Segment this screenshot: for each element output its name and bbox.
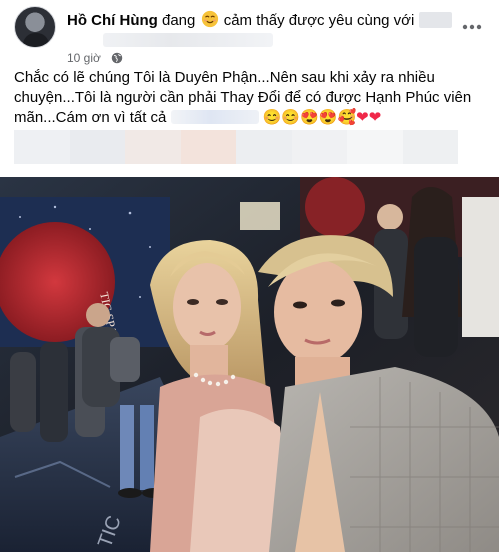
feeling-prefix: đang: [162, 12, 196, 29]
tagged-friend-redacted: [418, 12, 452, 28]
post-header: Hồ Chí Hùng đang cảm thấy được yêu cùng …: [14, 4, 489, 65]
post-title-line: Hồ Chí Hùng đang cảm thấy được yêu cùng …: [67, 10, 452, 31]
emoji-5: 🥰: [337, 109, 357, 126]
more-horizontal-icon: [462, 24, 482, 30]
emoji-1: 😊: [262, 109, 282, 126]
photo-scene: TIC SPACE TIC: [0, 177, 499, 552]
heart-emoji-2: ❤: [368, 109, 382, 126]
author-avatar[interactable]: [14, 6, 56, 48]
relieved-face-emoji-icon: [201, 10, 218, 28]
post-meta: 10 giờ: [67, 32, 277, 65]
more-options-button[interactable]: [457, 12, 487, 42]
post-photo[interactable]: TIC SPACE TIC: [0, 177, 499, 552]
heart-emoji-1: ❤: [356, 109, 369, 126]
redacted-bar: [14, 130, 458, 164]
emoji-3: 😍: [300, 109, 319, 126]
redacted-text: [170, 110, 259, 124]
redacted-meta: [103, 33, 273, 47]
globe-icon: [111, 52, 123, 64]
post-timestamp[interactable]: 10 giờ: [67, 51, 101, 65]
emoji-4: 😍: [318, 109, 338, 126]
post-body: Chắc có lẽ chúng Tôi là Duyên Phận...Nên…: [14, 68, 484, 128]
author-name[interactable]: Hồ Chí Hùng: [67, 12, 158, 29]
feeling-text: cảm thấy được yêu cùng với: [223, 12, 415, 29]
emoji-2: 😊: [281, 109, 301, 126]
facebook-post: Hồ Chí Hùng đang cảm thấy được yêu cùng …: [0, 0, 499, 552]
